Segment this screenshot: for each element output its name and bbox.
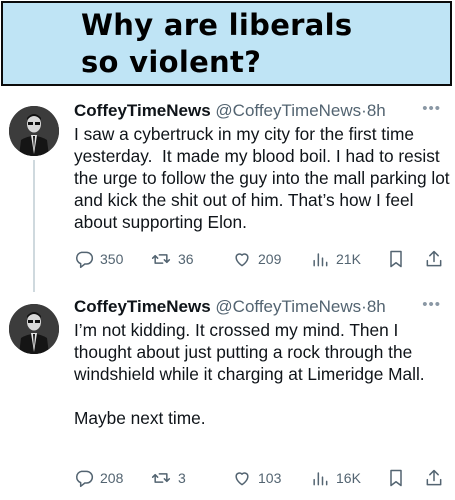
bookmark-icon — [390, 469, 402, 487]
tweet-text: I saw a cybertruck in my city for the fi… — [74, 124, 455, 232]
reply-count: 350 — [100, 251, 124, 267]
handle[interactable]: @CoffeyTimeNews — [215, 297, 361, 316]
handle[interactable]: @CoffeyTimeNews — [215, 101, 361, 120]
repost-icon — [151, 254, 171, 264]
avatar-image — [9, 304, 59, 354]
views-icon — [313, 253, 328, 267]
more-icon[interactable]: ••• — [422, 296, 441, 313]
view-count: 21K — [336, 251, 361, 267]
timestamp[interactable]: 8h — [367, 101, 386, 120]
reply-icon — [76, 470, 94, 488]
like-count: 209 — [258, 251, 282, 267]
display-name[interactable]: CoffeyTimeNews — [74, 297, 211, 316]
avatar[interactable] — [9, 106, 59, 156]
reply-icon — [76, 251, 94, 269]
headline-text: Why are liberals so violent? — [81, 7, 381, 81]
like-icon — [235, 253, 249, 267]
display-name[interactable]: CoffeyTimeNews — [74, 101, 211, 120]
headline-line-1: Why are liberals — [81, 8, 353, 42]
avatar-image — [9, 106, 59, 156]
repost-button[interactable]: 36 — [150, 248, 194, 270]
repost-count: 3 — [178, 470, 186, 486]
avatar[interactable] — [9, 304, 59, 354]
repost-count: 36 — [178, 251, 194, 267]
tweet[interactable]: CoffeyTimeNews @CoffeyTimeNews·8h ••• I’… — [0, 292, 455, 500]
like-count: 103 — [258, 470, 282, 486]
bookmark-icon — [390, 250, 402, 268]
bookmark-button[interactable] — [386, 248, 406, 270]
tweet[interactable]: CoffeyTimeNews @CoffeyTimeNews·8h ••• I … — [0, 96, 455, 292]
like-button[interactable]: 209 — [232, 248, 281, 270]
bookmark-button[interactable] — [386, 467, 406, 489]
share-icon — [426, 469, 442, 486]
thread-line — [33, 160, 35, 292]
views-button[interactable]: 21K — [310, 248, 361, 270]
repost-button[interactable]: 3 — [150, 467, 186, 489]
headline-banner: Why are liberals so violent? — [1, 1, 452, 86]
timestamp[interactable]: 8h — [367, 297, 386, 316]
action-bar: 208 3 103 16K — [74, 467, 452, 489]
tweet-header: CoffeyTimeNews @CoffeyTimeNews·8h — [74, 100, 386, 122]
share-button[interactable] — [424, 248, 444, 270]
tweet-text: I’m not kidding. It crossed my mind. The… — [74, 320, 425, 428]
headline-line-2: so violent? — [81, 45, 262, 79]
reply-button[interactable]: 350 — [74, 248, 123, 270]
share-icon — [426, 250, 442, 267]
tweet-header: CoffeyTimeNews @CoffeyTimeNews·8h — [74, 296, 386, 318]
views-button[interactable]: 16K — [310, 467, 361, 489]
more-icon[interactable]: ••• — [422, 100, 441, 117]
reply-button[interactable]: 208 — [74, 467, 123, 489]
like-icon — [235, 472, 249, 486]
repost-icon — [151, 473, 171, 483]
view-count: 16K — [336, 470, 361, 486]
views-icon — [313, 472, 328, 486]
reply-count: 208 — [100, 470, 124, 486]
share-button[interactable] — [424, 467, 444, 489]
like-button[interactable]: 103 — [232, 467, 281, 489]
action-bar: 350 36 209 21K — [74, 248, 452, 270]
